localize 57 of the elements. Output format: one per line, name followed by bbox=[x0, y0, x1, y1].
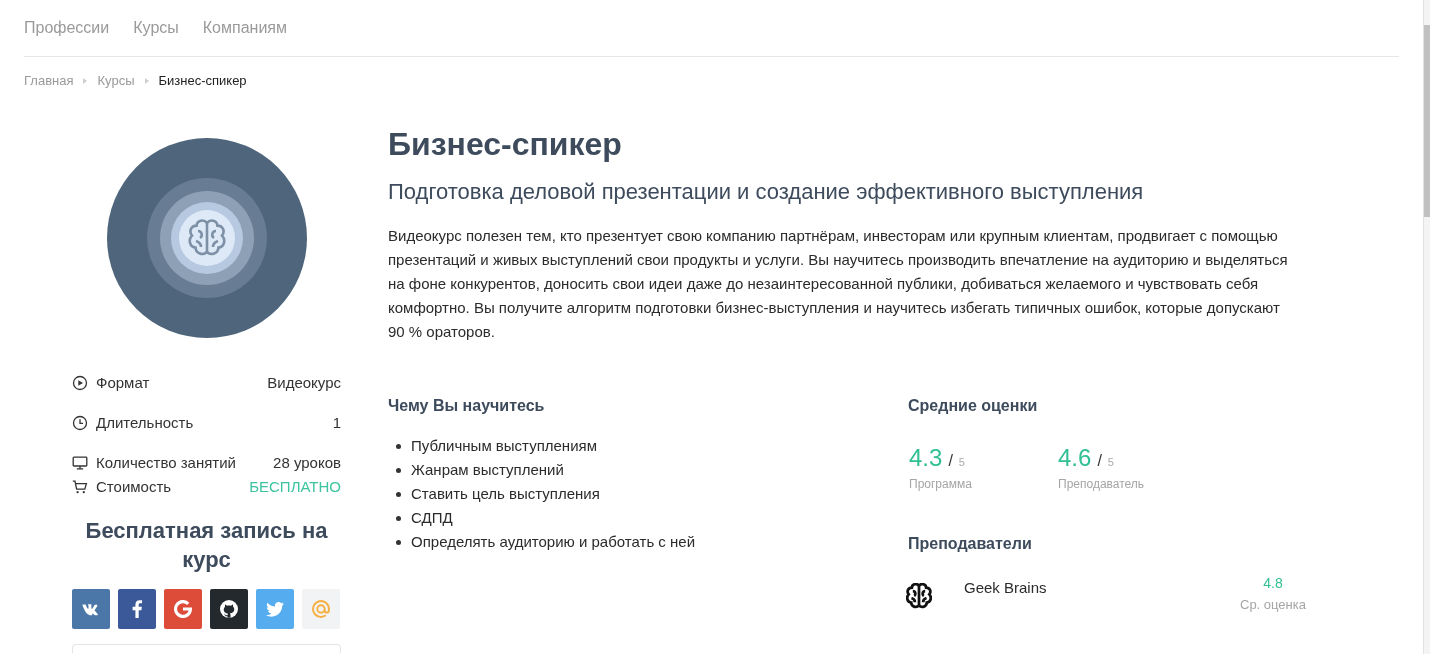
rating-max: 5 bbox=[958, 455, 965, 470]
learning-item: Ставить цель выступления bbox=[411, 483, 600, 504]
github-icon bbox=[220, 600, 238, 618]
at-sign-icon bbox=[312, 600, 330, 618]
learning-item: Публичным выступлениям bbox=[411, 435, 597, 456]
info-value: 1 bbox=[332, 412, 341, 433]
learning-item: СДПД bbox=[411, 507, 453, 528]
brain-logo-icon bbox=[906, 583, 932, 609]
cart-icon bbox=[72, 479, 88, 495]
info-value: БЕСПЛАТНО bbox=[249, 476, 341, 497]
course-subtitle: Подготовка деловой презентации и создание эффективного выступления bbox=[388, 178, 1145, 206]
social-login-button[interactable] bbox=[118, 589, 156, 629]
social-login-button[interactable] bbox=[210, 589, 248, 629]
learning-item: Жанрам выступлений bbox=[411, 459, 564, 480]
nav-link[interactable]: Курсы bbox=[133, 16, 179, 40]
play-circle-icon bbox=[72, 375, 88, 391]
twitter-icon bbox=[266, 600, 284, 618]
breadcrumb-link[interactable]: Курсы bbox=[97, 71, 135, 91]
rating-label: Преподаватель bbox=[1057, 476, 1146, 492]
bullet-icon bbox=[396, 443, 401, 449]
info-label: Формат bbox=[96, 372, 150, 393]
rating-score: 4.3 bbox=[909, 443, 943, 473]
teacher-name: Geek Brains bbox=[964, 578, 1048, 598]
teacher-rating-label: Ср. оценка bbox=[1240, 596, 1306, 614]
breadcrumb-link[interactable]: Главная bbox=[24, 71, 74, 91]
clock-icon bbox=[72, 415, 88, 431]
signup-heading: Бесплатная запись на курс bbox=[84, 517, 329, 574]
monitor-icon bbox=[72, 455, 88, 471]
info-label: Количество занятий bbox=[96, 452, 236, 473]
course-description: Видеокурс полезен тем, кто презентует свою компанию партнёрам, инвесторам или крупным клиентам, продвигает с помощью презентаций и живых выступлений свои продукты и услуги. Вы научитесь производить впечатление на аудиторию и выделяться на фоне конкурентов, доносить свои идеи даже до незаинтересованной публики, добиваться желаемого и чувствовать себя комфортно. Вы получите алгоритм подготовки бизнес-выступления и научитесь избегать типичных ошибок, которые допускают 90 % ораторов. bbox=[388, 226, 1288, 342]
section-heading: Средние оценки bbox=[908, 396, 1039, 416]
brain-icon bbox=[186, 218, 227, 258]
info-label: Длительность bbox=[96, 412, 194, 433]
bullet-icon bbox=[396, 515, 401, 521]
rating-slash: / bbox=[1097, 451, 1102, 471]
breadcrumb-current[interactable]: Бизнес-спикер bbox=[158, 71, 247, 91]
breadcrumb-separator-icon bbox=[144, 78, 149, 84]
scrollbar-thumb[interactable] bbox=[1424, 25, 1430, 217]
nav-link[interactable]: Профессии bbox=[24, 16, 110, 40]
info-value: 28 уроков bbox=[273, 452, 341, 473]
info-label: Стоимость bbox=[96, 476, 172, 497]
section-heading: Преподаватели bbox=[908, 534, 1033, 554]
bullet-icon bbox=[396, 491, 401, 497]
rating-slash: / bbox=[948, 451, 953, 471]
teacher-rating: 4.8 bbox=[1263, 574, 1283, 593]
rating-label: Программа bbox=[908, 476, 973, 492]
google-icon bbox=[174, 600, 192, 618]
section-heading: Чему Вы научитесь bbox=[388, 396, 546, 416]
course-title: Бизнес-спикер bbox=[388, 125, 623, 164]
info-value: Видеокурс bbox=[267, 372, 341, 393]
rating-max: 5 bbox=[1107, 455, 1114, 470]
bullet-icon bbox=[396, 539, 401, 545]
nav-link[interactable]: Компаниям bbox=[202, 16, 287, 40]
learning-item: Определять аудиторию и работать с ней bbox=[411, 531, 696, 552]
breadcrumb-separator-icon bbox=[83, 78, 88, 84]
bullet-icon bbox=[396, 467, 401, 473]
rating-score: 4.6 bbox=[1058, 443, 1092, 473]
